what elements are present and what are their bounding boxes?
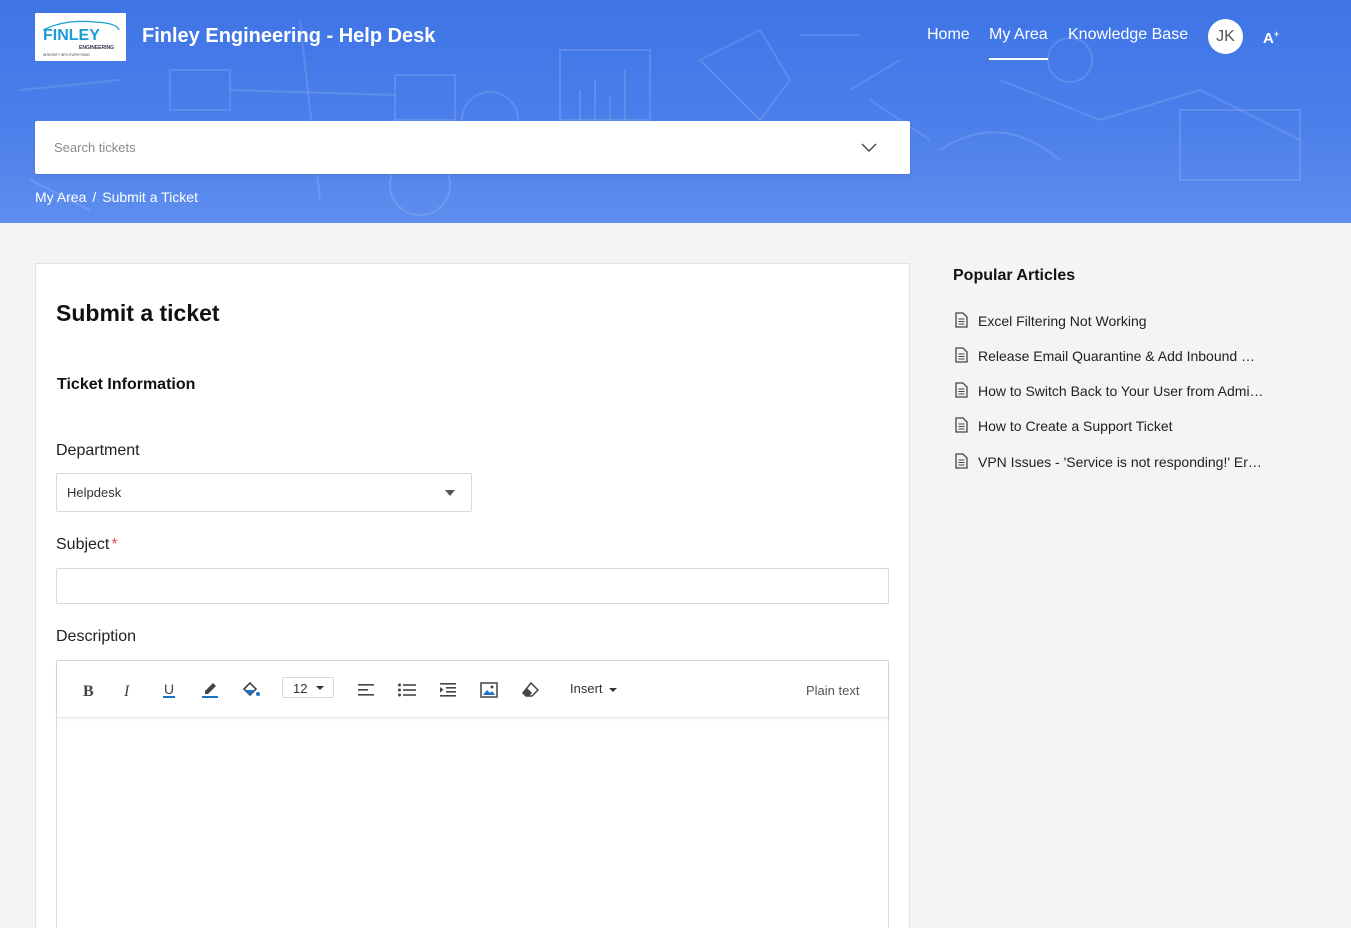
italic-icon[interactable]: I [117,679,139,701]
nav-knowledge-base[interactable]: Knowledge Base [1068,26,1188,44]
header-banner: FINLEY ENGINEERING INTEGRITY INTO EVERYT… [0,0,1351,223]
document-icon [955,347,968,363]
article-link[interactable]: Excel Filtering Not Working [953,311,1273,331]
logo-subtext: ENGINEERING [79,45,114,51]
department-label: Department [56,442,140,459]
chevron-down-icon[interactable] [861,139,877,155]
text-color-icon[interactable] [199,679,221,701]
popular-articles-title: Popular Articles [953,267,1076,284]
document-icon [955,453,968,469]
background-color-icon[interactable] [240,679,262,701]
breadcrumb-my-area[interactable]: My Area [35,189,86,205]
submit-ticket-card: Submit a ticket Ticket Information Depar… [35,263,910,928]
article-link[interactable]: VPN Issues - 'Service is not responding!… [953,452,1273,472]
clear-format-icon[interactable] [519,679,541,701]
caret-down-icon [316,686,324,690]
article-title[interactable]: VPN Issues - 'Service is not responding!… [978,454,1268,470]
bullet-list-icon[interactable] [396,679,418,701]
insert-menu[interactable]: Insert [570,681,617,696]
user-avatar[interactable]: JK [1208,19,1243,54]
font-toggle-letter: A [1263,30,1274,47]
breadcrumb-submit-ticket[interactable]: Submit a Ticket [102,189,198,205]
article-link[interactable]: How to Create a Support Ticket [953,416,1273,436]
company-logo[interactable]: FINLEY ENGINEERING INTEGRITY INTO EVERYT… [35,13,126,61]
article-title[interactable]: Excel Filtering Not Working [978,313,1268,329]
site-title: Finley Engineering - Help Desk [142,25,436,47]
font-size-select[interactable]: 12 [282,677,334,698]
document-icon [955,312,968,328]
logo-wordmark: FINLEY [43,27,100,44]
nav-home[interactable]: Home [927,26,970,44]
align-left-icon[interactable] [355,679,377,701]
document-icon [955,417,968,433]
article-title[interactable]: Release Email Quarantine & Add Inbound … [978,348,1268,364]
article-title[interactable]: How to Create a Support Ticket [978,418,1268,434]
required-marker: * [111,536,118,553]
article-link[interactable]: Release Email Quarantine & Add Inbound … [953,346,1273,366]
svg-text:U: U [164,681,174,697]
svg-text:B: B [83,683,94,698]
indent-icon[interactable] [437,679,459,701]
svg-text:I: I [123,683,130,698]
font-size-toggle[interactable]: A+ [1263,29,1279,47]
breadcrumb-separator: / [92,189,97,205]
search-input[interactable] [35,121,855,174]
image-icon[interactable] [478,679,500,701]
article-title[interactable]: How to Switch Back to Your User from Adm… [978,383,1268,399]
font-size-value: 12 [293,681,308,696]
caret-down-icon [608,687,617,692]
article-link[interactable]: How to Switch Back to Your User from Adm… [953,381,1273,401]
caret-down-icon [445,490,455,496]
insert-label: Insert [570,681,603,696]
description-label: Description [56,628,137,645]
search-bar [35,121,910,174]
logo-tagline: INTEGRITY INTO EVERYTHING [43,53,90,57]
section-title: Ticket Information [57,376,196,393]
plain-text-toggle[interactable]: Plain text [806,683,859,698]
breadcrumb: My Area / Submit a Ticket [35,189,198,205]
bold-icon[interactable]: B [77,679,99,701]
subject-label-text: Subject [56,536,110,553]
document-icon [955,382,968,398]
department-select[interactable]: Helpdesk [56,473,472,512]
font-toggle-plus: + [1273,29,1280,39]
page-title: Submit a ticket [56,300,220,326]
description-editor[interactable]: B I U 12 Insert Plain text [56,660,889,928]
nav-my-area[interactable]: My Area [989,26,1048,60]
editor-toolbar: B I U 12 Insert Plain text [57,661,888,718]
underline-icon[interactable]: U [158,679,180,701]
subject-input[interactable] [56,568,889,604]
subject-label: Subject * [56,536,118,554]
department-value: Helpdesk [67,485,122,500]
